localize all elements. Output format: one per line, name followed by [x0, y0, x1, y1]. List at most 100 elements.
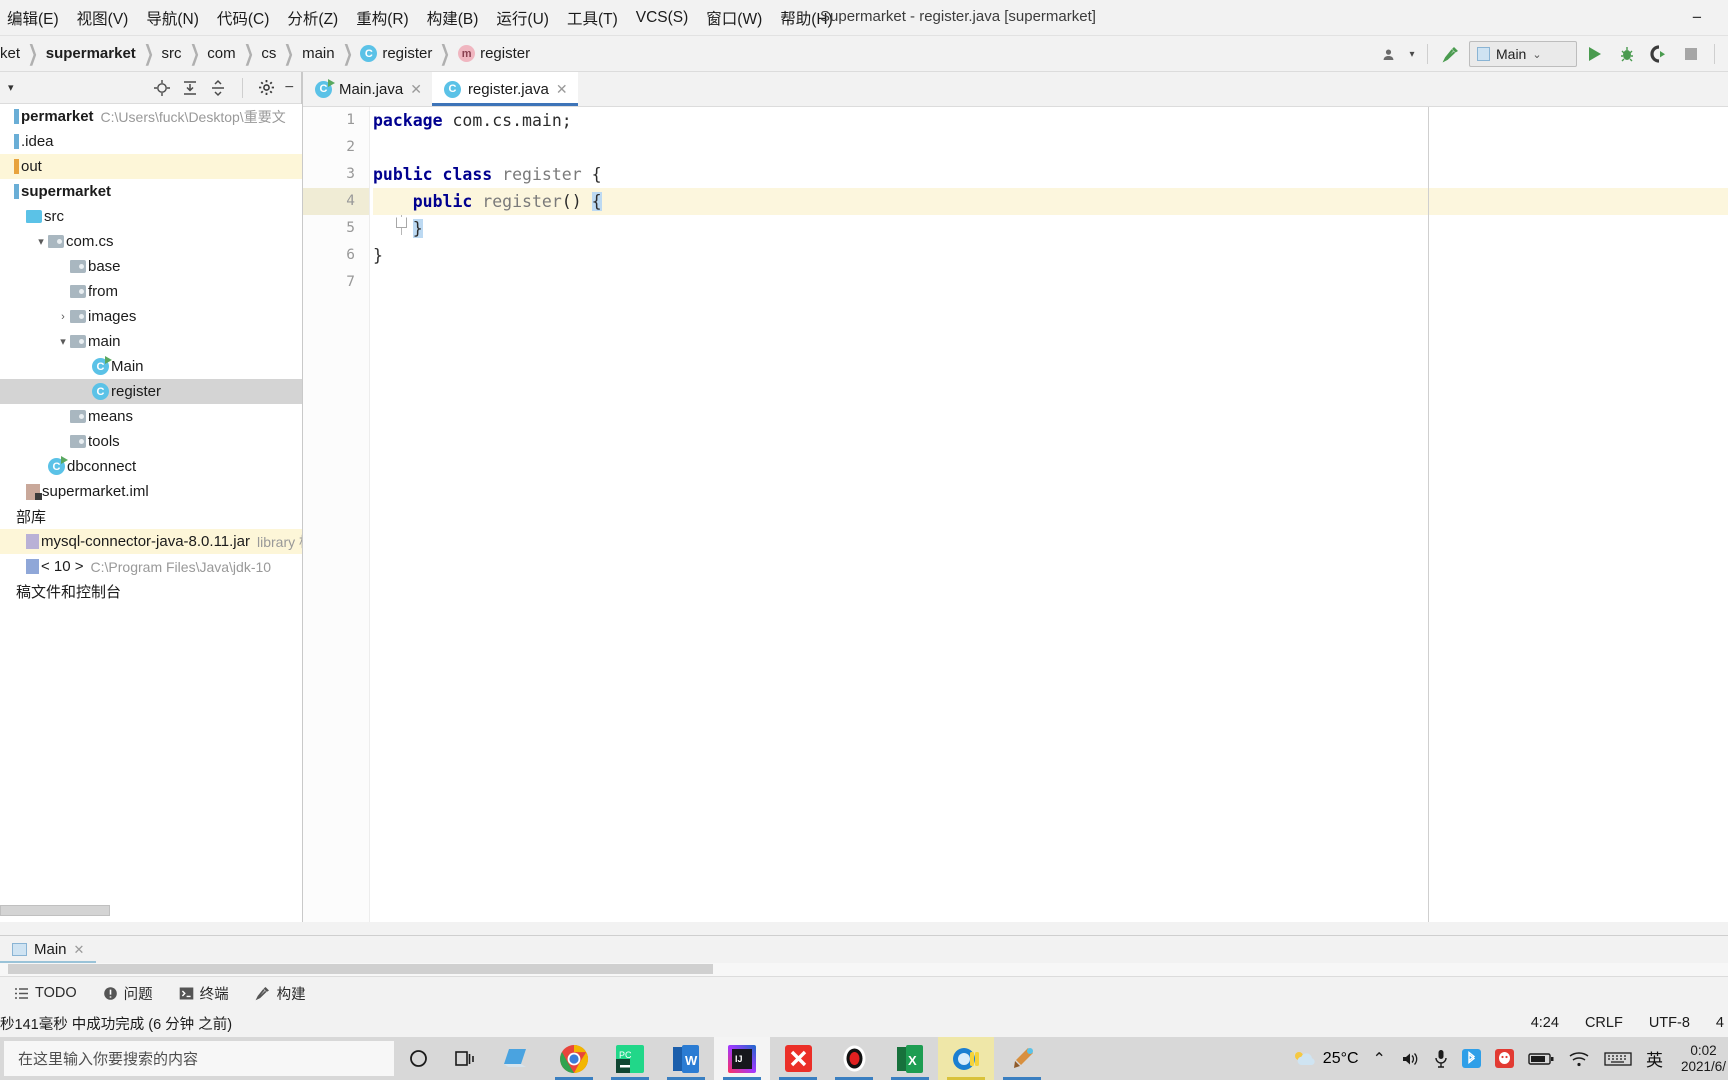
code-line[interactable]: public register() {: [373, 188, 1728, 215]
file-encoding[interactable]: UTF-8: [1649, 1015, 1690, 1031]
taskbar-clock[interactable]: 0:02 2021/6/: [1681, 1043, 1726, 1075]
tree-node-tools[interactable]: tools: [0, 429, 302, 454]
run-icon[interactable]: [1581, 41, 1609, 67]
tree-node-main[interactable]: C Main: [0, 354, 302, 379]
caret-position[interactable]: 4:24: [1531, 1015, 1559, 1031]
tree-node-register[interactable]: Cregister: [0, 379, 302, 404]
chevron-down-icon[interactable]: ▾: [56, 335, 70, 348]
close-icon[interactable]: ✕: [74, 942, 85, 958]
collapse-all-icon[interactable]: [209, 79, 227, 97]
code-line[interactable]: }: [373, 242, 1728, 269]
taskbar-app-screen-recorder[interactable]: [826, 1037, 882, 1080]
tree-node-base[interactable]: base: [0, 254, 302, 279]
tree-node-out[interactable]: out: [0, 154, 302, 179]
breadcrumb-item-com[interactable]: com: [207, 45, 235, 62]
tree-node-permarket[interactable]: permarket C:\Users\fuck\Desktop\重要文: [0, 104, 302, 129]
tree-node-from[interactable]: from: [0, 279, 302, 304]
tree-node--[interactable]: 稿文件和控制台: [0, 579, 302, 604]
ime-indicator[interactable]: 英: [1646, 1046, 1663, 1071]
bluetooth-icon[interactable]: [1461, 1049, 1481, 1068]
breadcrumb-item-ket[interactable]: ket: [0, 45, 20, 62]
chevron-right-icon[interactable]: ›: [56, 311, 70, 323]
taskbar-app-media-player[interactable]: [938, 1037, 994, 1080]
status-tab-todo[interactable]: TODO: [14, 985, 77, 1001]
menu-navigate[interactable]: 导航(N): [137, 3, 208, 33]
tree-node-main[interactable]: ▾ main: [0, 329, 302, 354]
tree-node--idea[interactable]: .idea: [0, 129, 302, 154]
menu-view[interactable]: 视图(V): [68, 3, 138, 33]
wifi-icon[interactable]: [1568, 1050, 1590, 1068]
stop-icon[interactable]: [1677, 41, 1705, 67]
code-folding-column[interactable]: [355, 107, 407, 922]
taskbar-search-input[interactable]: 在这里输入你要搜索的内容: [4, 1041, 394, 1076]
editor-tab-main-java[interactable]: C Main.java ✕: [303, 72, 432, 106]
menu-window[interactable]: 窗口(W): [697, 3, 771, 33]
breadcrumb-item-main[interactable]: main: [302, 45, 335, 62]
menu-tools[interactable]: 工具(T): [558, 3, 627, 33]
code-content[interactable]: package com.cs.main; public class regist…: [373, 107, 1728, 922]
menu-edit[interactable]: 编辑(E): [0, 3, 68, 33]
project-tree[interactable]: permarket C:\Users\fuck\Desktop\重要文 .idea o…: [0, 104, 302, 922]
expand-all-icon[interactable]: [181, 79, 199, 97]
tree-node-means[interactable]: means: [0, 404, 302, 429]
taskbar-app-xmind[interactable]: [770, 1037, 826, 1080]
taskbar-app-microsoft-excel[interactable]: X: [882, 1037, 938, 1080]
project-tree-hscrollbar[interactable]: [0, 905, 110, 916]
menu-run[interactable]: 运行(U): [487, 3, 558, 33]
taskbar-app-intellij-idea[interactable]: IJ: [714, 1037, 770, 1080]
hide-panel-icon[interactable]: −: [285, 79, 294, 97]
breadcrumb-item-cs[interactable]: cs: [261, 45, 276, 62]
profiler-icon[interactable]: [1374, 41, 1402, 67]
chevron-down-icon[interactable]: ▾: [1406, 41, 1418, 67]
taskbar-app-google-chrome[interactable]: [546, 1037, 602, 1080]
chevron-down-icon[interactable]: ▾: [34, 235, 48, 248]
code-line[interactable]: [373, 134, 1728, 161]
status-tab-build[interactable]: 构建: [255, 983, 306, 1004]
volume-icon[interactable]: [1400, 1050, 1420, 1068]
menu-code[interactable]: 代码(C): [208, 3, 279, 33]
breadcrumb-item-supermarket[interactable]: supermarket: [46, 45, 136, 62]
taskbar-app-paint[interactable]: [994, 1037, 1050, 1080]
tree-node--10-[interactable]: < 10 > C:\Program Files\Java\jdk-10: [0, 554, 302, 579]
tree-node-supermarket[interactable]: supermarket: [0, 179, 302, 204]
breadcrumb-item-src[interactable]: src: [162, 45, 182, 62]
menu-analyze[interactable]: 分析(Z): [278, 3, 347, 33]
taskbar-app-microsoft-word[interactable]: W: [658, 1037, 714, 1080]
code-line[interactable]: public class register {: [373, 161, 1728, 188]
tree-node-supermarket-iml[interactable]: supermarket.iml: [0, 479, 302, 504]
microphone-icon[interactable]: [1434, 1049, 1448, 1068]
locate-icon[interactable]: [153, 79, 171, 97]
editor-tab-register-java[interactable]: Cregister.java ✕: [431, 72, 578, 106]
chevron-down-icon[interactable]: ▾: [8, 81, 14, 94]
menu-refactor[interactable]: 重构(R): [347, 3, 418, 33]
close-icon[interactable]: ✕: [556, 81, 568, 98]
tree-node--[interactable]: 部库: [0, 504, 302, 529]
tree-node-mysql-connector-java-8-0-11-jar[interactable]: mysql-connector-java-8.0.11.jar library 枢: [0, 529, 302, 554]
taskbar-app-pycharm[interactable]: PC: [602, 1037, 658, 1080]
breadcrumb-item-register[interactable]: Cregister: [360, 45, 432, 62]
run-output-scrollbar[interactable]: [0, 963, 1728, 976]
code-line[interactable]: package com.cs.main;: [373, 107, 1728, 134]
code-line[interactable]: }: [373, 215, 1728, 242]
run-tab-main[interactable]: Main ✕: [0, 936, 97, 964]
run-coverage-icon[interactable]: [1645, 41, 1673, 67]
line-separator[interactable]: CRLF: [1585, 1015, 1623, 1031]
tree-node-com-cs[interactable]: ▾ com.cs: [0, 229, 302, 254]
settings-gear-icon[interactable]: [258, 79, 275, 96]
taskbar-app-file-explorer[interactable]: [490, 1037, 546, 1080]
task-view-icon[interactable]: [442, 1037, 490, 1080]
tree-node-images[interactable]: › images: [0, 304, 302, 329]
battery-icon[interactable]: [1528, 1052, 1554, 1066]
cortana-circle-icon[interactable]: [394, 1037, 442, 1080]
code-line[interactable]: [373, 269, 1728, 296]
weather-widget[interactable]: 25°C: [1291, 1049, 1359, 1069]
status-extra[interactable]: 4: [1716, 1015, 1724, 1031]
status-tab-terminal[interactable]: 终端: [179, 983, 229, 1004]
menu-vcs[interactable]: VCS(S): [627, 5, 698, 31]
run-configuration-selector[interactable]: Main ⌄: [1469, 41, 1577, 67]
breadcrumb-item-register[interactable]: m register: [458, 45, 530, 62]
tree-node-dbconnect[interactable]: Cdbconnect: [0, 454, 302, 479]
chevron-up-icon[interactable]: ⌃: [1373, 1049, 1386, 1069]
minimize-button[interactable]: −: [1684, 6, 1710, 30]
code-editor[interactable]: 1234567 package com.cs.main; public clas…: [303, 107, 1728, 922]
